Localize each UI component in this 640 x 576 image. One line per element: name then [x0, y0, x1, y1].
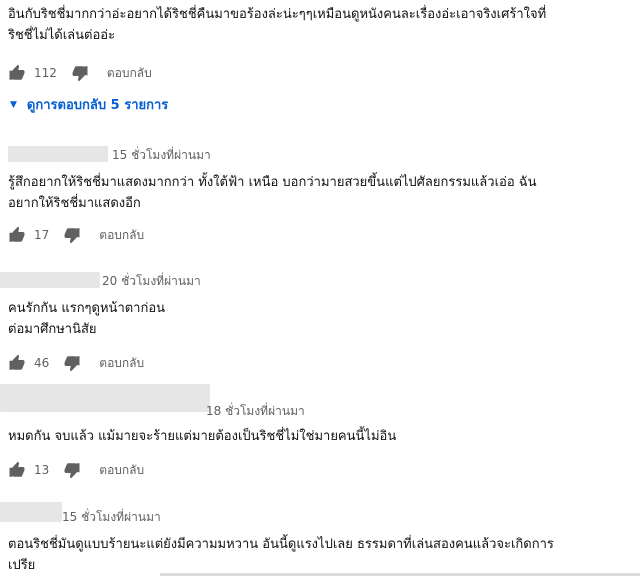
thumbs-down-icon[interactable]	[71, 64, 89, 82]
like-count: 112	[34, 66, 57, 80]
comment-text: ตอนริชชี่มันดูแบบร้ายนะแต่ยังมีความมหวาน…	[8, 534, 628, 576]
comment-header: 15 ชั่วโมงที่ผ่านมา	[0, 502, 628, 527]
like-count: 17	[34, 228, 50, 242]
view-replies-label: ดูการตอบกลับ 5 รายการ	[26, 98, 169, 113]
reply-button[interactable]: ตอบกลับ	[99, 354, 144, 373]
thumbs-up-icon[interactable]	[8, 64, 26, 82]
reply-button[interactable]: ตอบกลับ	[99, 226, 144, 245]
comment-timestamp[interactable]: 15 ชั่วโมงที่ผ่านมา	[112, 146, 211, 165]
reply-comment: 15 ชั่วโมงที่ผ่านมา ตอนริชชี่มันดูแบบร้า…	[0, 502, 628, 576]
comment-text-line: ตอนริชชี่มันดูแบบร้ายนะแต่ยังมีความมหวาน…	[8, 537, 554, 552]
like-count: 46	[34, 356, 50, 370]
like-count: 13	[34, 463, 50, 477]
comment-text: รู้สึกอยากให้ริชชี่มาแสดงมากกว่า ทั้งใต้…	[8, 172, 628, 214]
comment-text-line: ต่อมาศึกษานิสัย	[8, 322, 97, 337]
comment-header: 20 ชั่วโมงที่ผ่านมา	[0, 270, 628, 292]
comment-text: คนรักกัน แรกๆดูหน้าตาก่อน ต่อมาศึกษานิสั…	[8, 298, 628, 340]
reply-comment: 20 ชั่วโมงที่ผ่านมา คนรักกัน แรกๆดูหน้าต…	[0, 270, 628, 374]
comment-text: อินกับริชชี่มากกว่าอ่ะอยากได้ริชชี่คืนมา…	[8, 4, 628, 46]
reply-comment: 18 ชั่วโมงที่ผ่านมา หมดกัน จบแล้ว แม้มาย…	[0, 384, 628, 481]
comment-text-line: อยากให้ริชชี่มาแสดงอีก	[8, 196, 141, 211]
comment-timestamp[interactable]: 15 ชั่วโมงที่ผ่านมา	[62, 508, 161, 527]
blurred-author-name	[0, 272, 100, 288]
thumbs-up-icon[interactable]	[8, 354, 26, 372]
comment-text: หมดกัน จบแล้ว แม้มายจะร้ายแต่มายต้องเป็น…	[8, 426, 628, 447]
view-replies-button[interactable]: ▼ ดูการตอบกลับ 5 รายการ	[10, 94, 168, 115]
comment-text-line: หมดกัน จบแล้ว แม้มายจะร้ายแต่มายต้องเป็น…	[8, 429, 397, 444]
blurred-author-name	[0, 384, 210, 412]
reply-button[interactable]: ตอบกลับ	[99, 461, 144, 480]
thumbs-down-icon[interactable]	[63, 461, 81, 479]
comment-actions: 13 ตอบกลับ	[8, 459, 628, 481]
comment-text-line: รู้สึกอยากให้ริชชี่มาแสดงมากกว่า ทั้งใต้…	[8, 175, 537, 190]
comment-text-line: อินกับริชชี่มากกว่าอ่ะอยากได้ริชชี่คืนมา…	[8, 7, 547, 22]
blurred-author-name	[8, 146, 108, 162]
comment-actions: 17 ตอบกลับ	[8, 224, 628, 246]
thumbs-up-icon[interactable]	[8, 226, 26, 244]
comment-text-line: คนรักกัน แรกๆดูหน้าตาก่อน	[8, 301, 166, 316]
reply-button[interactable]: ตอบกลับ	[107, 64, 152, 83]
comment-actions: 112 ตอบกลับ	[8, 62, 628, 84]
comment-header: 18 ชั่วโมงที่ผ่านมา	[0, 384, 628, 418]
comment-header: 15 ชั่วโมงที่ผ่านมา	[8, 144, 628, 166]
thumbs-down-icon[interactable]	[63, 226, 81, 244]
thumbs-up-icon[interactable]	[8, 461, 26, 479]
comment-actions: 46 ตอบกลับ	[8, 352, 628, 374]
comment-text-line: ริชชี่ไม่ได้เล่นต่ออ่ะ	[8, 28, 116, 43]
blurred-author-name	[0, 502, 62, 522]
top-comment: อินกับริชชี่มากกว่าอ่ะอยากได้ริชชี่คืนมา…	[8, 4, 628, 84]
comment-timestamp[interactable]: 20 ชั่วโมงที่ผ่านมา	[102, 272, 201, 291]
comment-timestamp[interactable]: 18 ชั่วโมงที่ผ่านมา	[206, 402, 305, 421]
caret-down-icon: ▼	[10, 99, 17, 110]
thumbs-down-icon[interactable]	[63, 354, 81, 372]
reply-comment: 15 ชั่วโมงที่ผ่านมา รู้สึกอยากให้ริชชี่ม…	[8, 144, 628, 246]
